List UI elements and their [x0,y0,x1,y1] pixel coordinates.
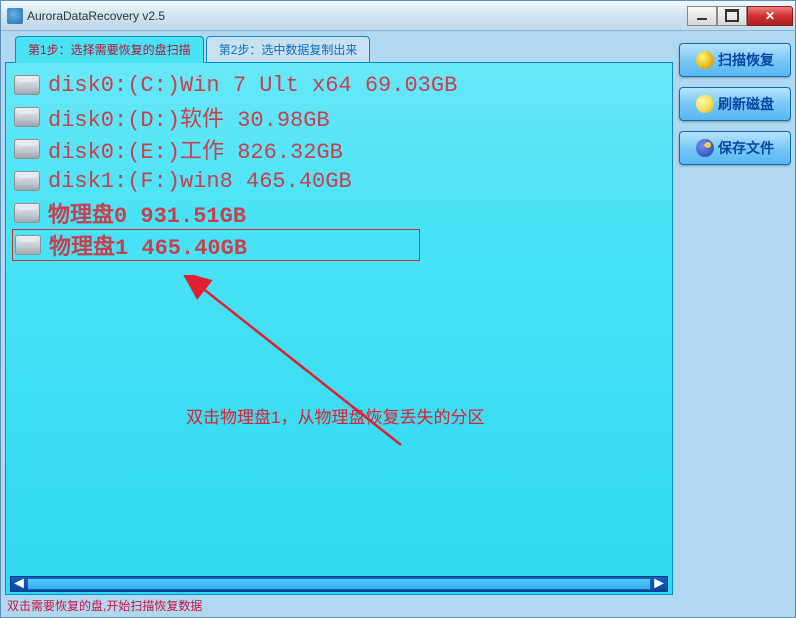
disk-label: 物理盘1 465.40GB [49,229,247,261]
left-pane: 第1步：选择需要恢复的盘扫描 第2步：选中数据复制出来 disk0:(C:)Wi… [5,35,673,595]
window-title: AuroraDataRecovery v2.5 [27,9,687,23]
step-tabs: 第1步：选择需要恢复的盘扫描 第2步：选中数据复制出来 [15,35,673,62]
disk-label: disk0:(C:)Win 7 Ult x64 69.03GB [48,73,457,98]
close-button[interactable] [747,6,793,26]
disk-row[interactable]: disk0:(E:)工作 826.32GB [12,133,666,165]
tab-step2[interactable]: 第2步：选中数据复制出来 [206,36,371,63]
horizontal-scrollbar[interactable]: ◄ ► [10,576,668,592]
disk-label: disk0:(E:)工作 826.32GB [48,133,343,165]
disk-label: 物理盘0 931.51GB [48,197,246,229]
app-icon [7,8,23,24]
upper-area: 第1步：选择需要恢复的盘扫描 第2步：选中数据复制出来 disk0:(C:)Wi… [5,35,791,595]
titlebar: AuroraDataRecovery v2.5 [1,1,795,31]
disk-row[interactable]: disk0:(C:)Win 7 Ult x64 69.03GB [12,69,666,101]
disk-label: disk0:(D:)软件 30.98GB [48,101,330,133]
refresh-icon [696,95,714,113]
disk-list: disk0:(C:)Win 7 Ult x64 69.03GB disk0:(D… [12,69,666,261]
disk-icon [14,203,40,223]
disk-icon [14,107,40,127]
annotation-arrow [181,275,441,475]
disk-row-selected[interactable]: 物理盘1 465.40GB [12,229,420,261]
disk-row[interactable]: disk0:(D:)软件 30.98GB [12,101,666,133]
save-file-button[interactable]: 保存文件 [679,131,791,165]
disk-row[interactable]: disk1:(F:)win8 465.40GB [12,165,666,197]
button-label: 刷新磁盘 [718,94,774,114]
disk-list-panel: disk0:(C:)Win 7 Ult x64 69.03GB disk0:(D… [5,62,673,595]
disk-icon [15,235,41,255]
disk-icon [14,139,40,159]
annotation-text: 双击物理盘1，从物理盘恢复丢失的分区 [186,403,484,428]
tab-step1[interactable]: 第1步：选择需要恢复的盘扫描 [15,36,204,63]
save-icon [696,139,714,157]
app-window: AuroraDataRecovery v2.5 第1步：选择需要恢复的盘扫描 第… [0,0,796,618]
refresh-disks-button[interactable]: 刷新磁盘 [679,87,791,121]
disk-row[interactable]: 物理盘0 931.51GB [12,197,666,229]
maximize-button[interactable] [717,6,747,26]
scroll-right-icon[interactable]: ► [651,577,667,591]
status-bar: 双击需要恢复的盘,开始扫描恢复数据 [5,595,791,613]
disk-icon [14,171,40,191]
action-pane: 扫描恢复 刷新磁盘 保存文件 [679,35,791,595]
button-label: 保存文件 [718,138,774,158]
minimize-button[interactable] [687,6,717,26]
button-label: 扫描恢复 [718,50,774,70]
magnifier-icon [696,51,714,69]
disk-label: disk1:(F:)win8 465.40GB [48,169,352,194]
window-buttons [687,6,793,26]
disk-icon [14,75,40,95]
scroll-left-icon[interactable]: ◄ [11,577,27,591]
client-area: 第1步：选择需要恢复的盘扫描 第2步：选中数据复制出来 disk0:(C:)Wi… [1,31,795,617]
scroll-track[interactable] [27,578,651,590]
scan-recover-button[interactable]: 扫描恢复 [679,43,791,77]
